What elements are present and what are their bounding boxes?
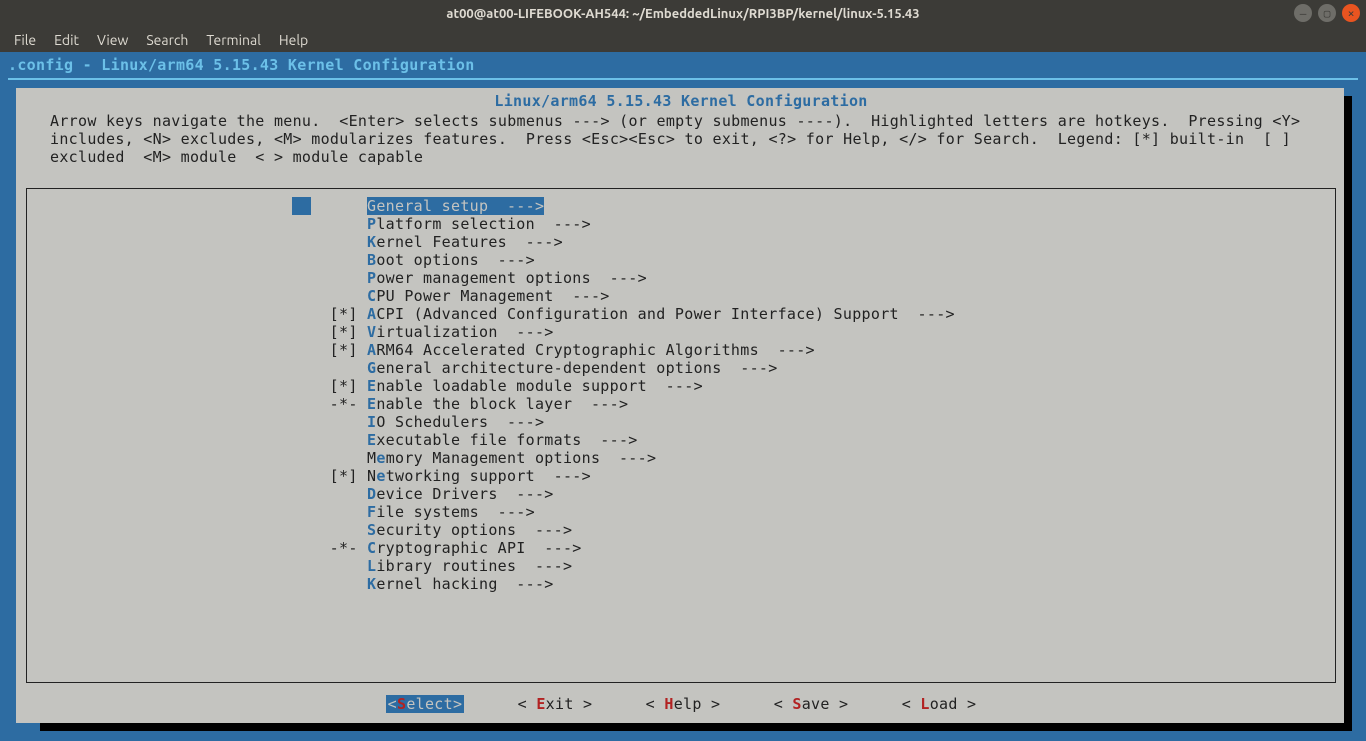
menu-item[interactable]: [*] ACPI (Advanced Configuration and Pow…	[27, 305, 1335, 323]
menu-item[interactable]: Executable file formats --->	[27, 431, 1335, 449]
select-button[interactable]: <Select>	[386, 695, 465, 713]
minimize-icon[interactable]: –	[1294, 4, 1312, 22]
config-panel: Linux/arm64 5.15.43 Kernel Configuration…	[16, 88, 1344, 723]
titlebar: at00@at00-LIFEBOOK-AH544: ~/EmbeddedLinu…	[0, 0, 1366, 28]
menu-item[interactable]: -*- Cryptographic API --->	[27, 539, 1335, 557]
terminal-area: .config - Linux/arm64 5.15.43 Kernel Con…	[0, 52, 1366, 741]
menu-item[interactable]: IO Schedulers --->	[27, 413, 1335, 431]
window-title: at00@at00-LIFEBOOK-AH544: ~/EmbeddedLinu…	[0, 7, 1366, 21]
shadow-bottom	[40, 723, 1352, 731]
menu-item[interactable]: [*] ARM64 Accelerated Cryptographic Algo…	[27, 341, 1335, 359]
menu-item[interactable]: [*] Virtualization --->	[27, 323, 1335, 341]
menu-file[interactable]: File	[6, 30, 44, 50]
help-button[interactable]: < Help >	[646, 695, 721, 713]
menu-item[interactable]: CPU Power Management --->	[27, 287, 1335, 305]
menu-item[interactable]: Library routines --->	[27, 557, 1335, 575]
save-button[interactable]: < Save >	[774, 695, 849, 713]
config-header: .config - Linux/arm64 5.15.43 Kernel Con…	[0, 52, 1366, 76]
menu-item[interactable]: Kernel hacking --->	[27, 575, 1335, 593]
menu-item[interactable]: Device Drivers --->	[27, 485, 1335, 503]
help-text: Arrow keys navigate the menu. <Enter> se…	[18, 110, 1344, 174]
menu-item[interactable]: Platform selection --->	[27, 215, 1335, 233]
menu-item[interactable]: Kernel Features --->	[27, 233, 1335, 251]
shadow-right	[1344, 96, 1352, 731]
close-icon[interactable]: ×	[1342, 4, 1360, 22]
menu-help[interactable]: Help	[271, 30, 316, 50]
button-row: <Select> < Exit > < Help > < Save > < Lo…	[18, 695, 1344, 713]
load-button[interactable]: < Load >	[902, 695, 977, 713]
menu-item[interactable]: [*] Networking support --->	[27, 467, 1335, 485]
exit-button[interactable]: < Exit >	[518, 695, 593, 713]
menu-item[interactable]: Power management options --->	[27, 269, 1335, 287]
maximize-icon[interactable]: ▢	[1318, 4, 1336, 22]
window-controls: – ▢ ×	[1294, 4, 1360, 22]
menu-search[interactable]: Search	[138, 30, 196, 50]
menu-terminal[interactable]: Terminal	[198, 30, 269, 50]
panel-title: Linux/arm64 5.15.43 Kernel Configuration	[18, 90, 1344, 110]
menu-item[interactable]: Memory Management options --->	[27, 449, 1335, 467]
menu-item[interactable]: File systems --->	[27, 503, 1335, 521]
menu-item[interactable]: [*] Enable loadable module support --->	[27, 377, 1335, 395]
menu-item[interactable]: Boot options --->	[27, 251, 1335, 269]
menu-item[interactable]: Security options --->	[27, 521, 1335, 539]
menu-list[interactable]: General setup ---> Platform selection --…	[27, 189, 1335, 593]
menu-item[interactable]: General setup --->	[27, 197, 1335, 215]
header-rule	[8, 78, 1358, 80]
menubar: File Edit View Search Terminal Help	[0, 28, 1366, 52]
menu-view[interactable]: View	[89, 30, 136, 50]
menu-item[interactable]: General architecture-dependent options -…	[27, 359, 1335, 377]
menu-item[interactable]: -*- Enable the block layer --->	[27, 395, 1335, 413]
menu-box: General setup ---> Platform selection --…	[26, 188, 1336, 683]
menu-edit[interactable]: Edit	[46, 30, 87, 50]
